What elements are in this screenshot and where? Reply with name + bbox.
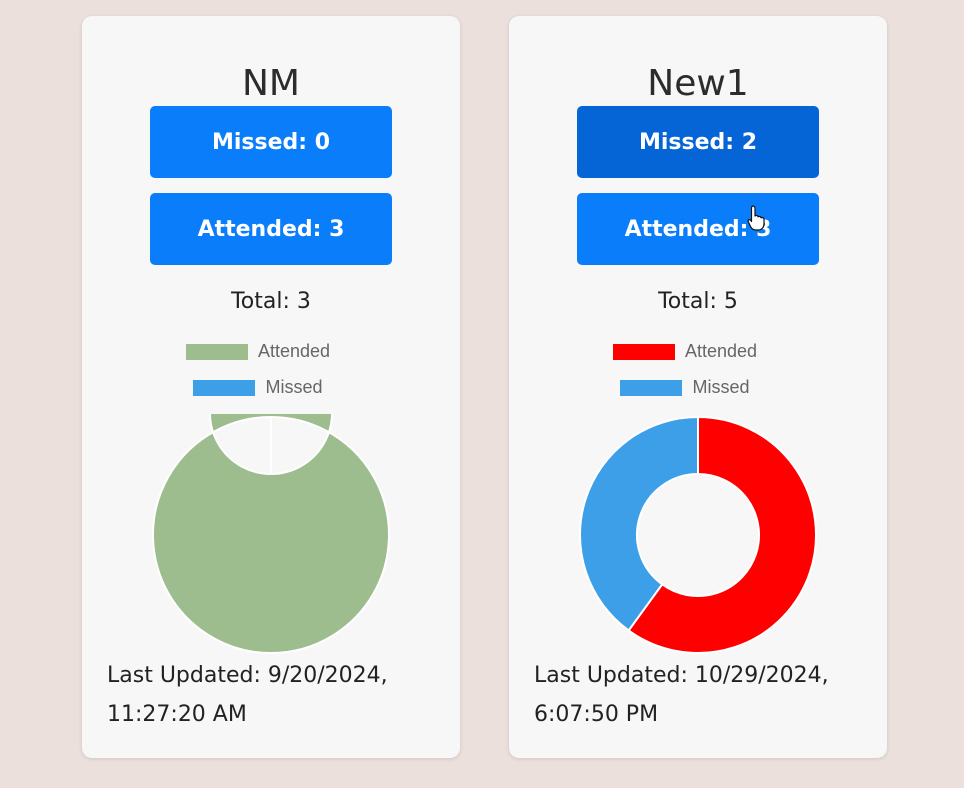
legend-label-missed: Missed — [692, 377, 750, 397]
attended-button[interactable]: Attended: 3 — [577, 193, 819, 265]
legend-item-missed[interactable]: Missed — [496, 377, 874, 398]
legend-label-missed: Missed — [265, 377, 323, 397]
legend-swatch-attended — [185, 343, 248, 360]
legend-swatch-attended — [612, 343, 675, 360]
last-updated-date: Last Updated: 9/20/2024, — [107, 663, 388, 688]
legend-swatch-missed — [620, 379, 683, 396]
total-count: Total: 3 — [231, 289, 311, 314]
donut-chart — [579, 415, 817, 654]
legend-item-attended[interactable]: Attended — [69, 341, 447, 362]
missed-button[interactable]: Missed: 2 — [577, 106, 819, 178]
legend-label-attended: Attended — [684, 341, 758, 361]
last-updated-date: Last Updated: 10/29/2024, — [534, 663, 829, 688]
donut-chart — [152, 414, 390, 654]
attendance-card-nm: NM Missed: 0 Attended: 3 Total: 3 Attend… — [82, 16, 460, 758]
last-updated-time: 6:07:50 PM — [534, 702, 659, 727]
last-updated: Last Updated: 9/20/2024, 11:27:20 AM — [107, 656, 447, 734]
hand-pointer-icon — [747, 205, 765, 231]
last-updated-time: 11:27:20 AM — [107, 702, 247, 727]
legend-item-attended[interactable]: Attended — [496, 341, 874, 362]
card-title: New1 — [647, 63, 749, 104]
legend-item-missed[interactable]: Missed — [69, 377, 447, 398]
attended-button[interactable]: Attended: 3 — [150, 193, 392, 265]
missed-button[interactable]: Missed: 0 — [150, 106, 392, 178]
card-title: NM — [242, 63, 300, 104]
total-count: Total: 5 — [658, 289, 738, 314]
legend-swatch-missed — [193, 379, 256, 396]
legend-label-attended: Attended — [257, 341, 331, 361]
attendance-card-new1: New1 Missed: 2 Attended: 3 Total: 5 Atte… — [509, 16, 887, 758]
last-updated: Last Updated: 10/29/2024, 6:07:50 PM — [534, 656, 874, 734]
